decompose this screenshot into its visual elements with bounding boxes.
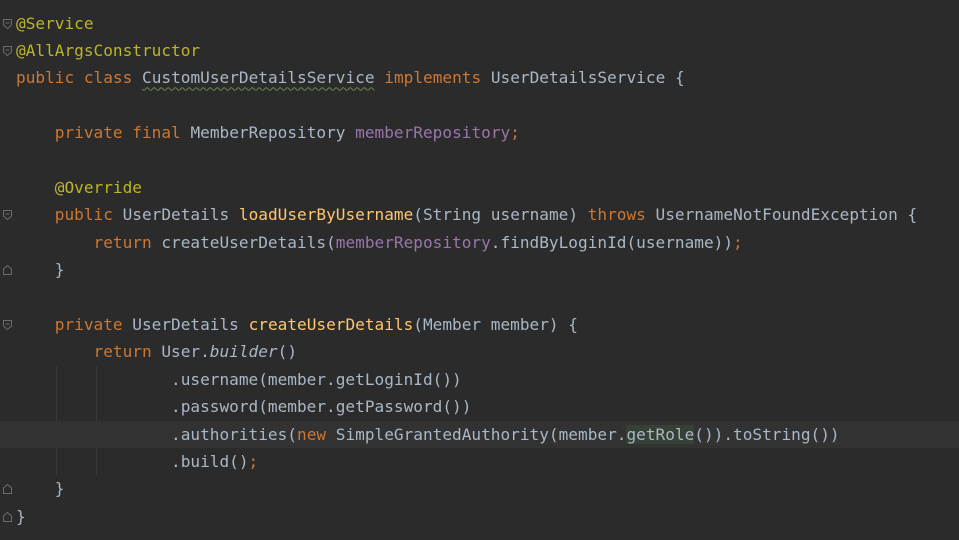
code-token: ; [510,123,520,143]
code-token: @AllArgsConstructor [16,40,201,60]
code-token: .build() [16,451,249,471]
code-token: throws [587,205,646,225]
code-token: createUserDetails [248,314,414,334]
code-token: class [83,68,133,88]
code-line[interactable]: } [0,503,959,530]
code-token: SimpleGrantedAuthority(member. [326,424,627,444]
code-line[interactable]: .username(member.getLoginId()) [0,366,959,393]
code-token: @Service [16,13,94,33]
code-token: (Member member) { [413,314,578,334]
code-token: MemberRepository [180,123,356,143]
code-token: .findByLoginId(username)) [490,232,734,252]
code-token: return [93,232,152,252]
code-token: memberRepository [355,123,511,143]
code-line[interactable]: .build(); [0,448,959,475]
code-line[interactable]: private UserDetails createUserDetails(Me… [0,311,959,338]
code-token: (String username) [413,205,588,225]
code-token: ; [733,232,743,252]
code-token: @Override [54,177,142,197]
code-line[interactable] [0,92,959,119]
code-token: ()).toString()) [694,424,840,444]
code-token: implements [384,68,482,88]
code-token: new [297,424,327,444]
code-token: } [16,506,26,526]
fold-end-icon[interactable] [3,265,12,276]
code-line[interactable]: return User.builder() [0,338,959,365]
code-token: UserDetails [122,314,249,334]
code-line[interactable]: } [0,475,959,502]
code-line[interactable]: return createUserDetails(memberRepositor… [0,229,959,256]
code-text: public class CustomUserDetailsService im… [16,64,685,91]
code-token: builder [209,342,278,362]
code-token: loadUserByUsername [238,205,414,225]
code-line[interactable]: public UserDetails loadUserByUsername(St… [0,201,959,228]
code-text: .password(member.getPassword()) [16,393,471,420]
fold-start-icon[interactable] [3,45,12,56]
code-token: public [16,68,75,88]
code-text: .username(member.getLoginId()) [16,366,462,393]
code-token: final [132,123,181,143]
code-token: public [54,205,113,225]
code-token: CustomUserDetailsService [142,68,375,88]
fold-end-icon[interactable] [3,484,12,495]
code-line[interactable]: @Override [0,174,959,201]
fold-end-icon[interactable] [3,511,12,522]
code-token: createUserDetails( [151,232,336,252]
code-line[interactable]: } [0,256,959,283]
code-token: private [54,123,123,143]
code-token: ; [248,451,259,471]
code-token: return [93,342,152,362]
code-token: } [16,479,65,499]
code-line[interactable] [0,147,959,174]
code-token: UsernameNotFoundException { [645,205,918,225]
code-text: } [16,475,65,502]
code-line[interactable]: .password(member.getPassword()) [0,393,959,420]
code-text: } [16,503,26,530]
code-token: () [277,342,298,362]
code-text: public UserDetails loadUserByUsername(St… [16,201,917,228]
fold-start-icon[interactable] [3,210,12,221]
code-editor[interactable]: @Service @AllArgsConstructor public class … [0,0,959,540]
code-token: getRole [626,424,695,444]
code-text: private final MemberRepository memberRep… [16,119,520,146]
code-token: } [16,260,65,280]
code-text: @AllArgsConstructor [16,37,200,64]
code-token: UserDetailsService { [481,68,685,88]
code-line[interactable] [0,284,959,311]
code-line-current[interactable]: .authorities(new SimpleGrantedAuthority(… [0,420,959,448]
code-text: return User.builder() [16,338,298,365]
code-text: @Service [16,10,94,37]
code-line[interactable]: @Service [0,10,959,37]
code-token: .authorities( [16,424,297,444]
code-line[interactable]: @AllArgsConstructor [0,37,959,64]
code-text: } [16,256,65,283]
code-line[interactable]: public class CustomUserDetailsService im… [0,64,959,91]
code-token: .username(member.getLoginId()) [16,369,462,389]
code-text: .authorities(new SimpleGrantedAuthority(… [16,421,840,448]
fold-start-icon[interactable] [3,319,12,330]
code-text: @Override [16,174,142,201]
code-token: .password(member.getPassword()) [16,397,472,417]
code-text: private UserDetails createUserDetails(Me… [16,311,578,338]
code-token: User. [151,342,210,362]
code-token: UserDetails [112,205,239,225]
code-token: memberRepository [335,232,491,252]
fold-start-icon[interactable] [3,18,12,29]
code-line[interactable]: private final MemberRepository memberRep… [0,119,959,146]
code-text: .build(); [16,448,258,475]
code-text: return createUserDetails(memberRepositor… [16,229,743,256]
code-token: private [54,314,123,334]
